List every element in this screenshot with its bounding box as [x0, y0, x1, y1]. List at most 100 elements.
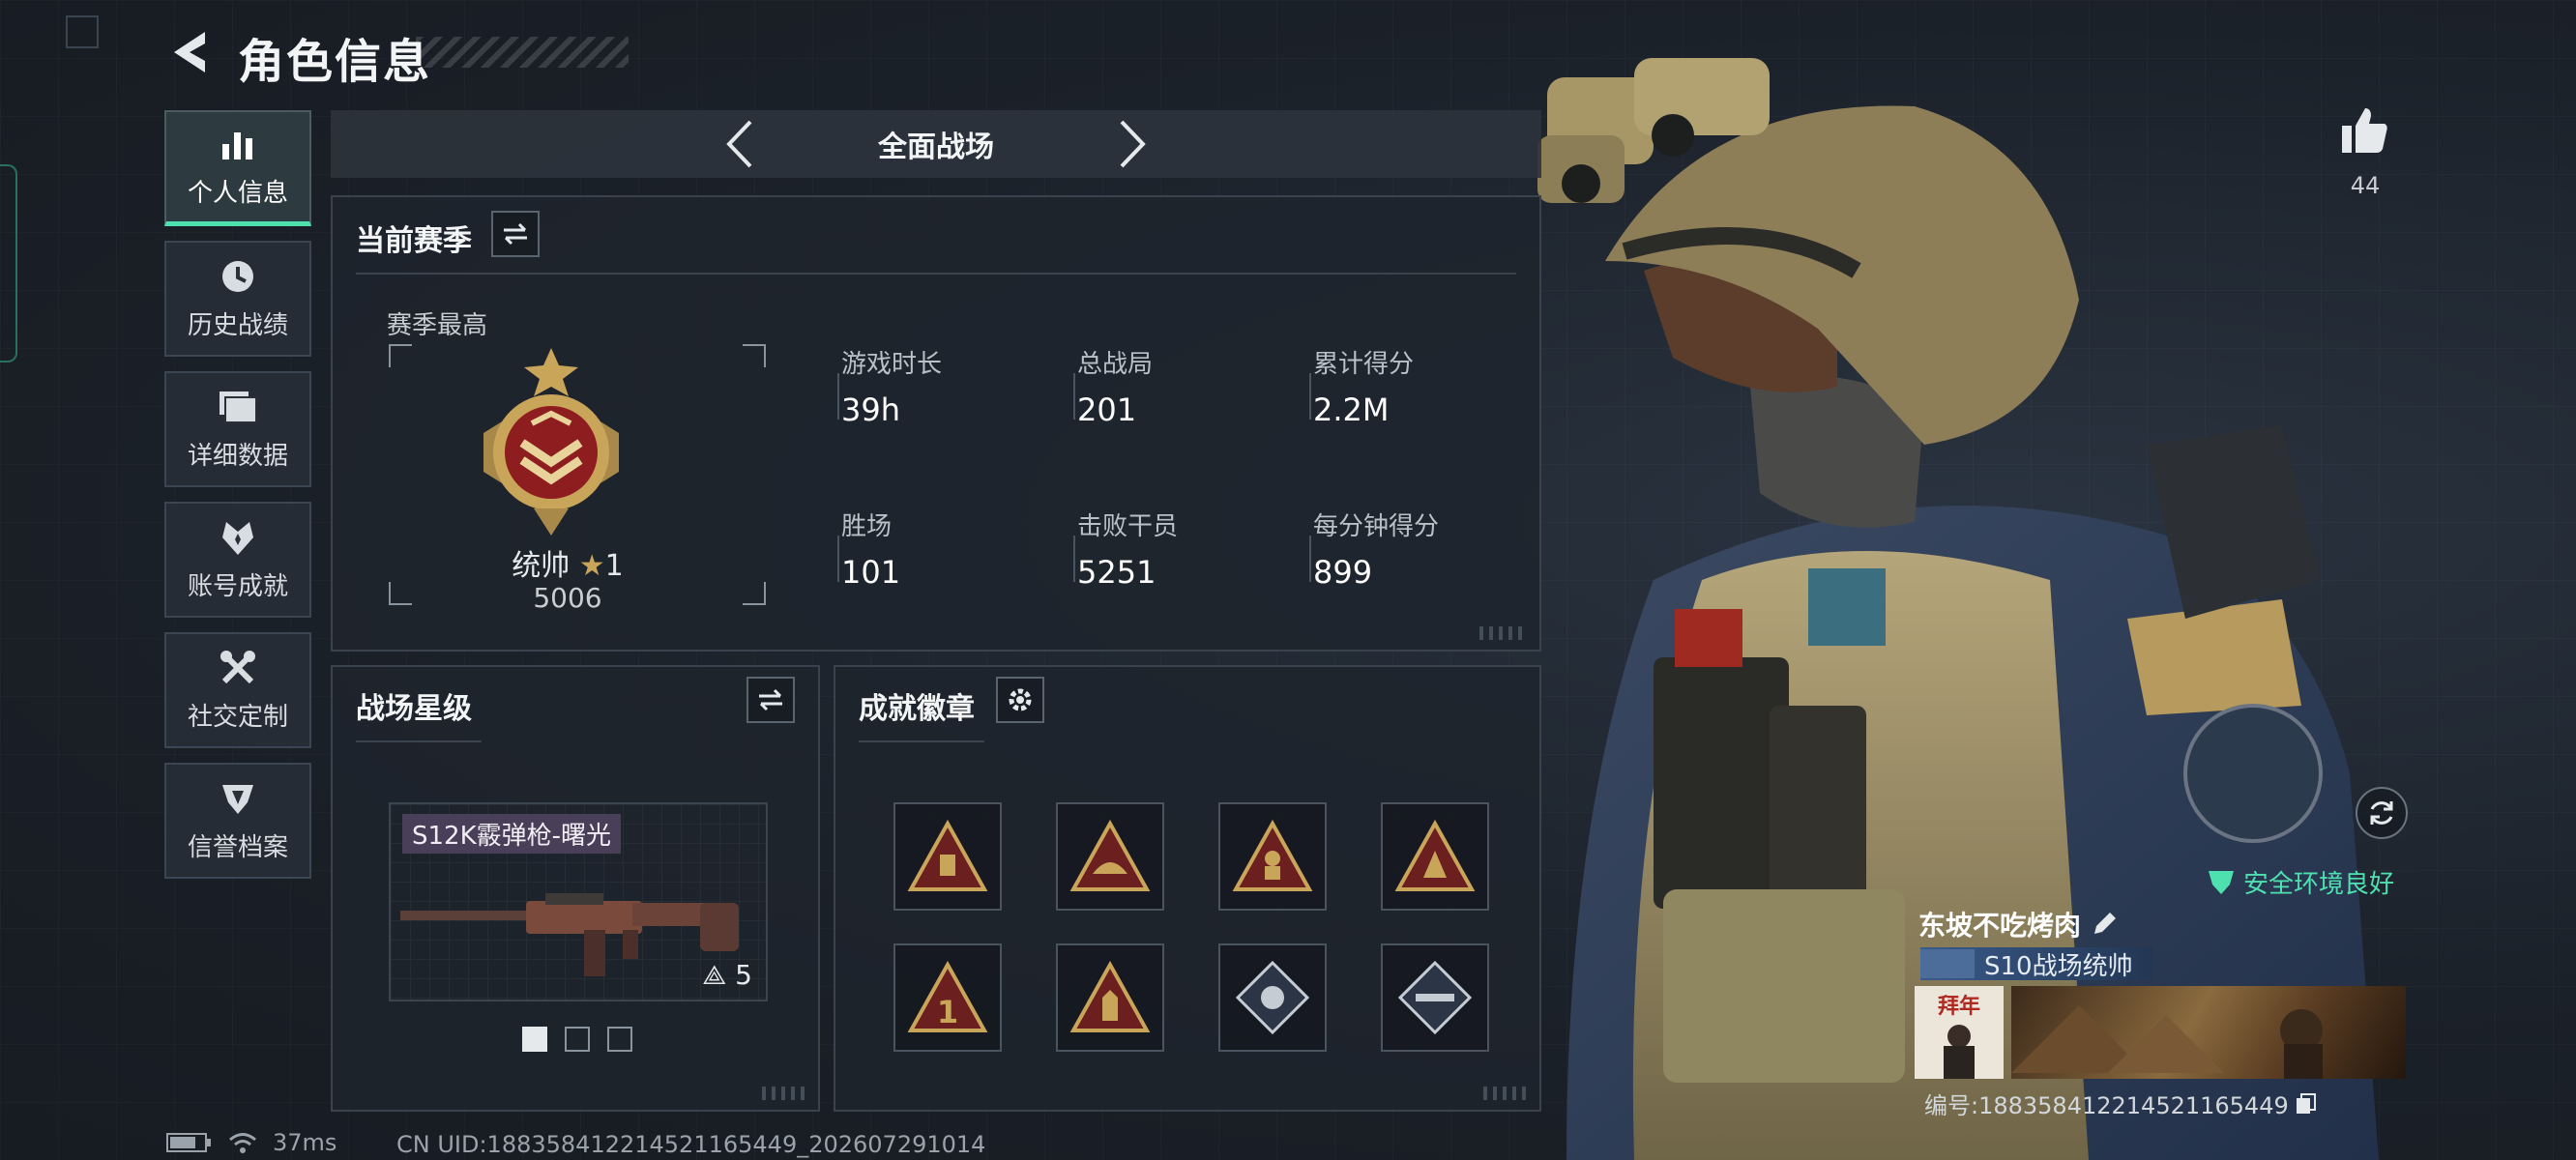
stat-label: 每分钟得分: [1313, 512, 1440, 541]
badge-slot[interactable]: [893, 802, 1002, 911]
badge-slot[interactable]: [1218, 802, 1327, 911]
star-level-switch-button[interactable]: [746, 677, 795, 723]
achievement-badges-panel: 成就徽章 1: [834, 665, 1541, 1112]
swap-icon: [759, 688, 782, 711]
divider: [356, 740, 482, 742]
stat-tick: [1309, 536, 1311, 582]
star-level-title: 战场星级: [356, 692, 472, 726]
svg-text:拜年: 拜年: [1938, 994, 1980, 1019]
like-count: 44: [2350, 172, 2381, 199]
stat-total-score: 累计得分 2.2M: [1309, 344, 1415, 428]
badge-slot[interactable]: [1381, 802, 1489, 911]
triangle-badge-icon: [1069, 961, 1151, 1032]
badge-slot[interactable]: 1: [893, 943, 1002, 1052]
gear-icon: [1009, 688, 1032, 711]
badges-title: 成就徽章: [859, 692, 975, 726]
rank-name-row: 统帅 ★1: [333, 541, 803, 584]
corner-square-decoration: [66, 15, 99, 48]
avatar-image: 拜年: [1915, 986, 2004, 1079]
sidebar-item-achievements[interactable]: 账号成就: [164, 502, 311, 618]
rank-star-icon: ★: [578, 549, 605, 583]
edit-icon[interactable]: [2091, 911, 2118, 938]
sidebar-item-label: 账号成就: [187, 571, 288, 601]
sidebar-item-label: 个人信息: [187, 179, 288, 208]
stat-wins: 胜场 101: [837, 507, 900, 591]
sidebar-item-personal-info[interactable]: 个人信息: [164, 110, 311, 226]
stat-label: 胜场: [841, 512, 893, 541]
player-id: 编号:188358412214521165449: [1924, 1092, 2289, 1119]
badges-settings-button[interactable]: [996, 677, 1044, 723]
reputation-icon: [217, 779, 259, 818]
level-triangle-icon: ⟁: [702, 959, 727, 991]
stat-total-matches: 总战局 201: [1073, 344, 1153, 428]
rank-score: 5006: [533, 582, 602, 614]
svg-text:1: 1: [937, 994, 958, 1030]
badge-slot[interactable]: [1218, 943, 1327, 1052]
current-season-panel: 当前赛季 赛季最高 统帅 ★1 5006 游戏时长 39h 总战局 201 累计…: [331, 195, 1541, 652]
triangle-badge-icon: [1232, 820, 1313, 891]
season-title: 当前赛季: [356, 224, 472, 258]
sidebar-item-history[interactable]: 历史战绩: [164, 241, 311, 357]
weapon-level: 5: [735, 959, 752, 991]
wifi-icon: [229, 1133, 256, 1153]
back-button[interactable]: [162, 23, 217, 81]
frame-corner: [389, 344, 412, 367]
mode-next-button[interactable]: [1106, 118, 1158, 170]
weapon-card[interactable]: S12K霰弹枪-曙光 ⟁ 5: [389, 802, 768, 1001]
stat-tick: [1073, 373, 1075, 420]
sidebar: 个人信息 历史战绩 详细数据 账号成就 社交定制 信誉档案: [164, 110, 311, 893]
frame-corner: [743, 344, 766, 367]
stat-playtime: 游戏时长 39h: [837, 344, 942, 428]
triangle-badge-icon: [907, 820, 988, 891]
sidebar-item-detailed-data[interactable]: 详细数据: [164, 371, 311, 487]
divider: [356, 273, 1516, 275]
stat-tick: [1309, 373, 1311, 420]
season-switch-button[interactable]: [491, 211, 540, 257]
page-dot-active[interactable]: [522, 1027, 547, 1052]
rotate-view-button[interactable]: [2356, 787, 2408, 839]
badge-slot[interactable]: [1381, 943, 1489, 1052]
player-title: S10战场统帅: [1984, 951, 2133, 981]
sidebar-item-reputation[interactable]: 信誉档案: [164, 763, 311, 879]
player-banner-card[interactable]: [2011, 986, 2406, 1079]
copy-icon[interactable]: [2295, 1092, 2318, 1116]
env-status: 安全环境良好: [2207, 864, 2394, 900]
sidebar-item-label: 信誉档案: [187, 832, 288, 862]
stat-label: 累计得分: [1313, 350, 1415, 379]
achievement-icon: [217, 518, 259, 557]
history-icon: [217, 257, 259, 296]
diamond-badge-icon: [1235, 960, 1310, 1035]
uid-text: CN UID:188358412214521165449_20260729101…: [396, 1131, 986, 1158]
mode-prev-button[interactable]: [714, 118, 766, 170]
title-emblem-icon: [1920, 949, 1975, 978]
player-avatar[interactable]: 拜年: [1915, 986, 2004, 1079]
shield-check-icon: [2209, 870, 2234, 894]
like-button[interactable]: [2336, 104, 2394, 159]
weapon-level-row: ⟁ 5: [702, 959, 752, 992]
env-status-text: 安全环境良好: [2243, 870, 2395, 899]
sidebar-item-label: 社交定制: [187, 702, 288, 732]
stat-value: 201: [1077, 392, 1137, 428]
page-title: 角色信息: [238, 35, 432, 89]
stat-tick: [837, 536, 839, 582]
badge-slot[interactable]: [1056, 802, 1164, 911]
star-level-panel: 战场星级 S12K霰弹枪-曙光 ⟁ 5: [331, 665, 820, 1112]
banner-image: [2011, 1005, 2323, 1079]
badge-slot[interactable]: [1056, 943, 1164, 1052]
divider: [859, 740, 984, 742]
triangle-badge-icon: [1394, 820, 1476, 891]
panel-corner-decoration: [762, 1087, 805, 1100]
folder-icon: [217, 388, 259, 426]
battery-icon: [166, 1133, 211, 1152]
shotgun-icon: [400, 893, 739, 976]
panel-corner-decoration: [1483, 1087, 1526, 1100]
rank-stars: 1: [604, 549, 624, 583]
page-dot[interactable]: [607, 1027, 632, 1052]
sidebar-item-label: 历史战绩: [187, 310, 288, 340]
sidebar-item-social-custom[interactable]: 社交定制: [164, 632, 311, 748]
page-dot[interactable]: [565, 1027, 590, 1052]
stat-value: 899: [1313, 554, 1373, 591]
player-name-row: 东坡不吃烤肉: [1918, 905, 2118, 943]
chevron-right-icon: [1120, 120, 1146, 168]
player-title-banner: S10战场统帅: [1920, 947, 2152, 981]
